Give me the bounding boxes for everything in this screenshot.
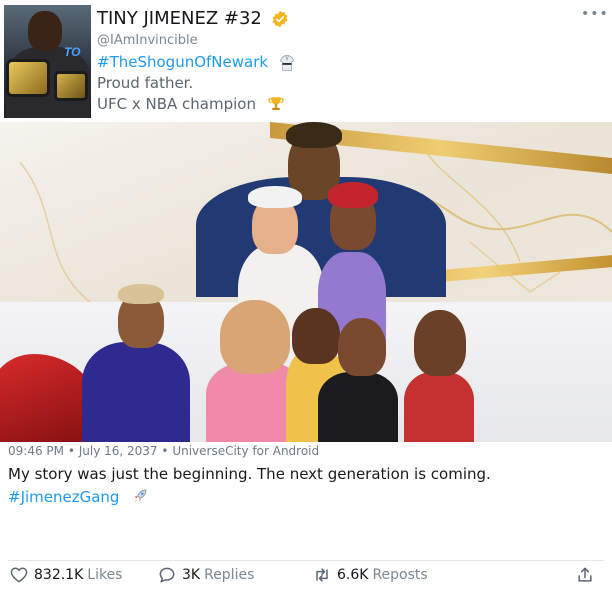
repost-icon <box>316 568 328 582</box>
post-header: TO TINY JIMENEZ #32 @IAmInvincible #TheS… <box>0 0 612 122</box>
bio-line-2: Proud father. <box>97 74 194 92</box>
post-image[interactable] <box>0 122 612 442</box>
bio-line-3: UFC x NBA champion <box>97 95 256 113</box>
actions-divider <box>8 560 604 561</box>
post-time: 09:46 PM <box>8 444 64 458</box>
bio-hashtag-link[interactable]: #TheShogunOfNewark <box>97 53 268 71</box>
likes-label: Likes <box>87 567 123 583</box>
avatar-logo-text: TO <box>64 45 81 59</box>
like-button[interactable]: 832.1K Likes <box>9 565 122 585</box>
figure-kid-track-suit <box>82 342 190 442</box>
share-icon <box>578 567 592 582</box>
verified-badge-icon <box>272 10 288 28</box>
figure-kid-red-top <box>404 372 474 442</box>
martial-arts-uniform-icon <box>279 55 295 71</box>
more-options-icon[interactable]: ••• <box>581 6 609 22</box>
repost-button[interactable]: 6.6K Reposts <box>312 565 428 585</box>
replies-label: Replies <box>204 567 255 583</box>
reposts-label: Reposts <box>372 567 428 583</box>
figure-kid-tuxedo <box>318 372 398 442</box>
heart-icon <box>10 567 28 583</box>
replies-count: 3K <box>182 567 201 583</box>
user-handle[interactable]: @IAmInvincible <box>97 33 198 48</box>
avatar[interactable]: TO <box>4 5 91 118</box>
post-date: July 16, 2037 <box>78 444 158 458</box>
post-metadata: 09:46 PM • July 16, 2037 • UniverseCity … <box>8 444 320 458</box>
reposts-count: 6.6K <box>337 567 369 583</box>
likes-count: 832.1K <box>34 567 84 583</box>
white-cap <box>248 186 302 208</box>
display-name[interactable]: TINY JIMENEZ #32 <box>97 8 262 29</box>
post-hashtag-link[interactable]: #JimenezGang <box>8 488 119 506</box>
rocket-icon <box>134 489 147 502</box>
post-source-app[interactable]: UniverseCity for Android <box>172 444 319 458</box>
share-button[interactable] <box>575 565 600 585</box>
trophy-icon <box>268 97 284 110</box>
post-text: My story was just the beginning. The nex… <box>8 465 491 483</box>
reply-button[interactable]: 3K Replies <box>157 565 254 585</box>
comment-icon <box>159 567 175 583</box>
